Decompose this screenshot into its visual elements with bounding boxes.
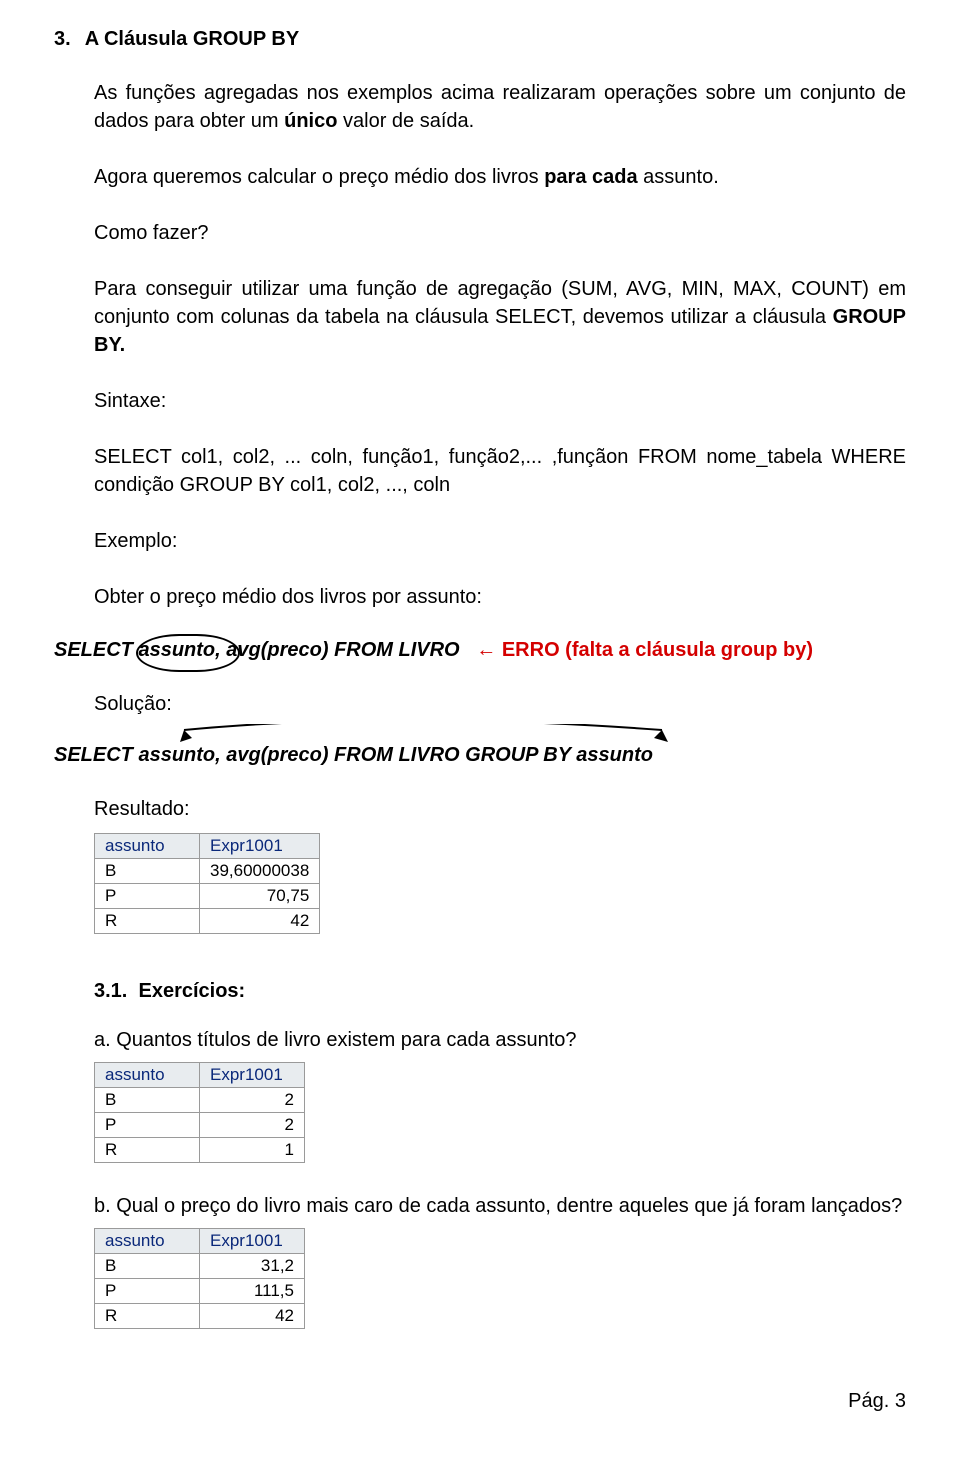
table-head: assunto Expr1001 (95, 1229, 305, 1254)
paragraph-1: As funções agregadas nos exemplos acima … (94, 79, 906, 135)
table-cell: R (95, 1138, 200, 1163)
table-cell: 70,75 (200, 884, 320, 909)
text-bold: único (284, 110, 337, 132)
table-body: B 31,2 P 111,5 R 42 (95, 1254, 305, 1329)
table-cell: B (95, 1254, 200, 1279)
section-number: 3. (54, 28, 71, 51)
table-row: B 39,60000038 (95, 859, 320, 884)
result-table-1: assunto Expr1001 B 39,60000038 P 70,75 R… (94, 833, 320, 934)
paragraph-4: Para conseguir utilizar uma função de ag… (94, 275, 906, 359)
table-row: P 2 (95, 1113, 305, 1138)
table-cell: R (95, 1304, 200, 1329)
text-bold: para cada (544, 166, 637, 188)
sql-col-circled: assunto, (138, 639, 220, 661)
result-table-2: assunto Expr1001 B 2 P 2 R 1 (94, 1062, 305, 1163)
table-header: assunto (95, 834, 200, 859)
table-cell: P (95, 1279, 200, 1304)
table-row: B 31,2 (95, 1254, 305, 1279)
exercises-number: 3.1. (94, 980, 127, 1002)
table-header: Expr1001 (200, 1063, 305, 1088)
paragraph-2: Agora queremos calcular o preço médio do… (94, 163, 906, 191)
paragraph-3: Como fazer? (94, 219, 906, 247)
exercise-a: a. Quantos títulos de livro existem para… (94, 1029, 906, 1052)
result-table-3: assunto Expr1001 B 31,2 P 111,5 R 42 (94, 1228, 305, 1329)
syntax-text: SELECT col1, col2, ... coln, função1, fu… (94, 443, 906, 499)
page-footer: Pág. 3 (848, 1390, 906, 1413)
table-cell: 31,2 (200, 1254, 305, 1279)
table-header: Expr1001 (200, 834, 320, 859)
exercise-b: b. Qual o preço do livro mais caro de ca… (94, 1195, 906, 1218)
solution-label: Solução: (94, 690, 906, 718)
table-cell: 1 (200, 1138, 305, 1163)
text-span: As funções agregadas nos exemplos acima … (94, 82, 906, 132)
table-cell: 39,60000038 (200, 859, 320, 884)
table-header: assunto (95, 1063, 200, 1088)
table-cell: P (95, 884, 200, 909)
table-header-row: assunto Expr1001 (95, 1229, 305, 1254)
table-cell: 111,5 (200, 1279, 305, 1304)
error-text: ERRO (falta a cláusula group by) (502, 639, 813, 661)
text-span: assunto. (638, 166, 719, 188)
example-description: Obter o preço médio dos livros por assun… (94, 583, 906, 611)
table-row: B 2 (95, 1088, 305, 1113)
section-heading: 3. A Cláusula GROUP BY (54, 28, 906, 51)
sql-keyword: SELECT (54, 639, 138, 661)
result-label: Resultado: (94, 795, 906, 823)
table-cell: 2 (200, 1088, 305, 1113)
table-header-row: assunto Expr1001 (95, 1063, 305, 1088)
section-title: A Cláusula GROUP BY (85, 28, 300, 51)
table-row: P 111,5 (95, 1279, 305, 1304)
table-head: assunto Expr1001 (95, 1063, 305, 1088)
sql-rest: avg(preco) FROM LIVRO (221, 639, 460, 661)
text-span: Para conseguir utilizar uma função de ag… (94, 278, 906, 328)
table-cell: B (95, 1088, 200, 1113)
syntax-label: Sintaxe: (94, 387, 906, 415)
table-header: Expr1001 (200, 1229, 305, 1254)
table-body: B 2 P 2 R 1 (95, 1088, 305, 1163)
document-page: 3. A Cláusula GROUP BY As funções agrega… (0, 0, 960, 1429)
sql-error-line: SELECT assunto, avg(preco) FROM LIVRO ← … (54, 639, 906, 662)
arrow-left-icon: ← (476, 639, 496, 661)
table-row: P 70,75 (95, 884, 320, 909)
sql-ok-text: SELECT assunto, avg(preco) FROM LIVRO GR… (54, 744, 653, 766)
table-cell: 42 (200, 909, 320, 934)
table-head: assunto Expr1001 (95, 834, 320, 859)
table-body: B 39,60000038 P 70,75 R 42 (95, 859, 320, 934)
exercises-heading: 3.1. Exercícios: (94, 980, 906, 1003)
sql-solution-line: SELECT assunto, avg(preco) FROM LIVRO GR… (54, 724, 906, 767)
text-span: Agora queremos calcular o preço médio do… (94, 166, 544, 188)
table-row: R 42 (95, 909, 320, 934)
exercises-title: Exercícios: (138, 980, 245, 1002)
example-label: Exemplo: (94, 527, 906, 555)
table-header: assunto (95, 1229, 200, 1254)
table-cell: 42 (200, 1304, 305, 1329)
table-cell: P (95, 1113, 200, 1138)
table-row: R 42 (95, 1304, 305, 1329)
table-row: R 1 (95, 1138, 305, 1163)
table-cell: 2 (200, 1113, 305, 1138)
table-cell: R (95, 909, 200, 934)
text-span: valor de saída. (337, 110, 474, 132)
table-header-row: assunto Expr1001 (95, 834, 320, 859)
table-cell: B (95, 859, 200, 884)
